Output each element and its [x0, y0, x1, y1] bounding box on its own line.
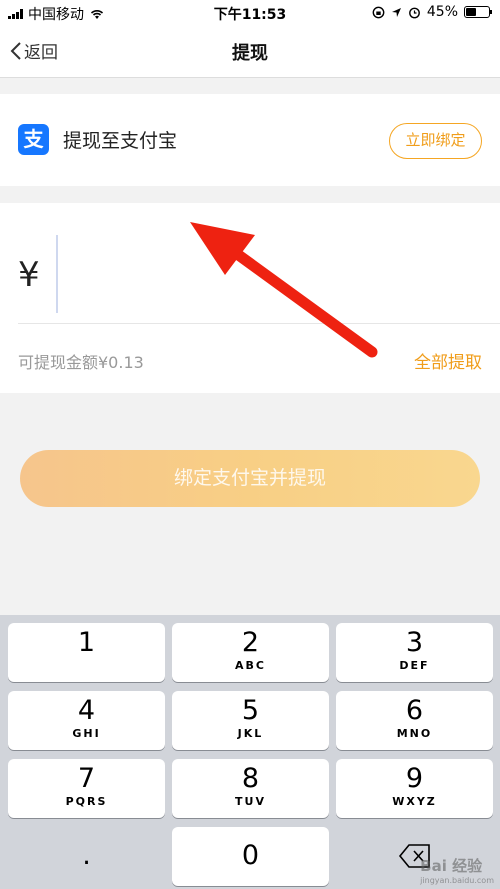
- key-letters: WXYZ: [392, 795, 437, 808]
- key-letters: PQRS: [65, 795, 108, 808]
- key-digit: 0: [241, 840, 260, 871]
- key-digit: 5: [241, 695, 260, 726]
- key-letters: MNO: [396, 727, 433, 740]
- watermark-brand: Bai 经验: [420, 857, 483, 875]
- watermark-site: jingyan.baidu.com: [420, 876, 494, 885]
- battery-percent: 45%: [426, 4, 458, 20]
- amount-input[interactable]: [56, 235, 58, 313]
- available-amount: 可提现金额¥0.13: [18, 353, 144, 372]
- key-digit: 8: [241, 763, 260, 794]
- key-letters: JKL: [237, 727, 264, 740]
- amount-section: ¥ 可提现金额¥0.13 全部提取: [0, 203, 500, 393]
- key-digit: .: [82, 840, 91, 871]
- page-title: 提现: [232, 43, 268, 64]
- key-9[interactable]: 9 WXYZ: [336, 759, 493, 818]
- numeric-keypad: 1 2 ABC 3 DEF 4 GHI 5 JKL 6 MNO 7 PQRS 8…: [0, 615, 500, 889]
- alipay-label: 提现至支付宝: [63, 130, 178, 152]
- status-right: 45%: [372, 4, 492, 20]
- divider: [18, 323, 500, 324]
- nav-bar: 返回 提现: [0, 26, 500, 78]
- bind-and-withdraw-button[interactable]: 绑定支付宝并提现: [20, 450, 480, 507]
- lock-rotation-icon: [372, 6, 385, 18]
- baidu-watermark: Bai 经验 jingyan.baidu.com: [420, 855, 494, 885]
- key-3[interactable]: 3 DEF: [336, 623, 493, 682]
- withdraw-all-link[interactable]: 全部提取: [414, 348, 482, 373]
- key-2[interactable]: 2 ABC: [172, 623, 329, 682]
- key-digit: 6: [405, 695, 424, 726]
- key-decimal[interactable]: .: [8, 827, 165, 886]
- alarm-icon: [408, 7, 420, 18]
- key-letters: GHI: [72, 727, 101, 740]
- key-6[interactable]: 6 MNO: [336, 691, 493, 750]
- currency-symbol: ¥: [18, 255, 40, 295]
- status-bar: 中国移动 下午11:53 45%: [0, 0, 500, 26]
- battery-icon: [464, 6, 492, 18]
- key-8[interactable]: 8 TUV: [172, 759, 329, 818]
- alipay-icon: 支: [18, 124, 49, 155]
- bind-now-button[interactable]: 立即绑定: [389, 123, 482, 159]
- key-0[interactable]: 0: [172, 827, 329, 886]
- key-7[interactable]: 7 PQRS: [8, 759, 165, 818]
- location-icon: [391, 7, 401, 17]
- key-digit: 4: [77, 695, 96, 726]
- key-5[interactable]: 5 JKL: [172, 691, 329, 750]
- key-digit: 3: [405, 627, 424, 658]
- key-digit: 1: [77, 627, 96, 658]
- key-letters: ABC: [235, 659, 266, 672]
- key-letters: DEF: [399, 659, 430, 672]
- key-digit: 9: [405, 763, 424, 794]
- key-digit: 2: [241, 627, 260, 658]
- key-4[interactable]: 4 GHI: [8, 691, 165, 750]
- key-digit: 7: [77, 763, 96, 794]
- key-1[interactable]: 1: [8, 623, 165, 682]
- key-letters: TUV: [235, 795, 266, 808]
- alipay-row: 支 提现至支付宝 立即绑定: [0, 94, 500, 186]
